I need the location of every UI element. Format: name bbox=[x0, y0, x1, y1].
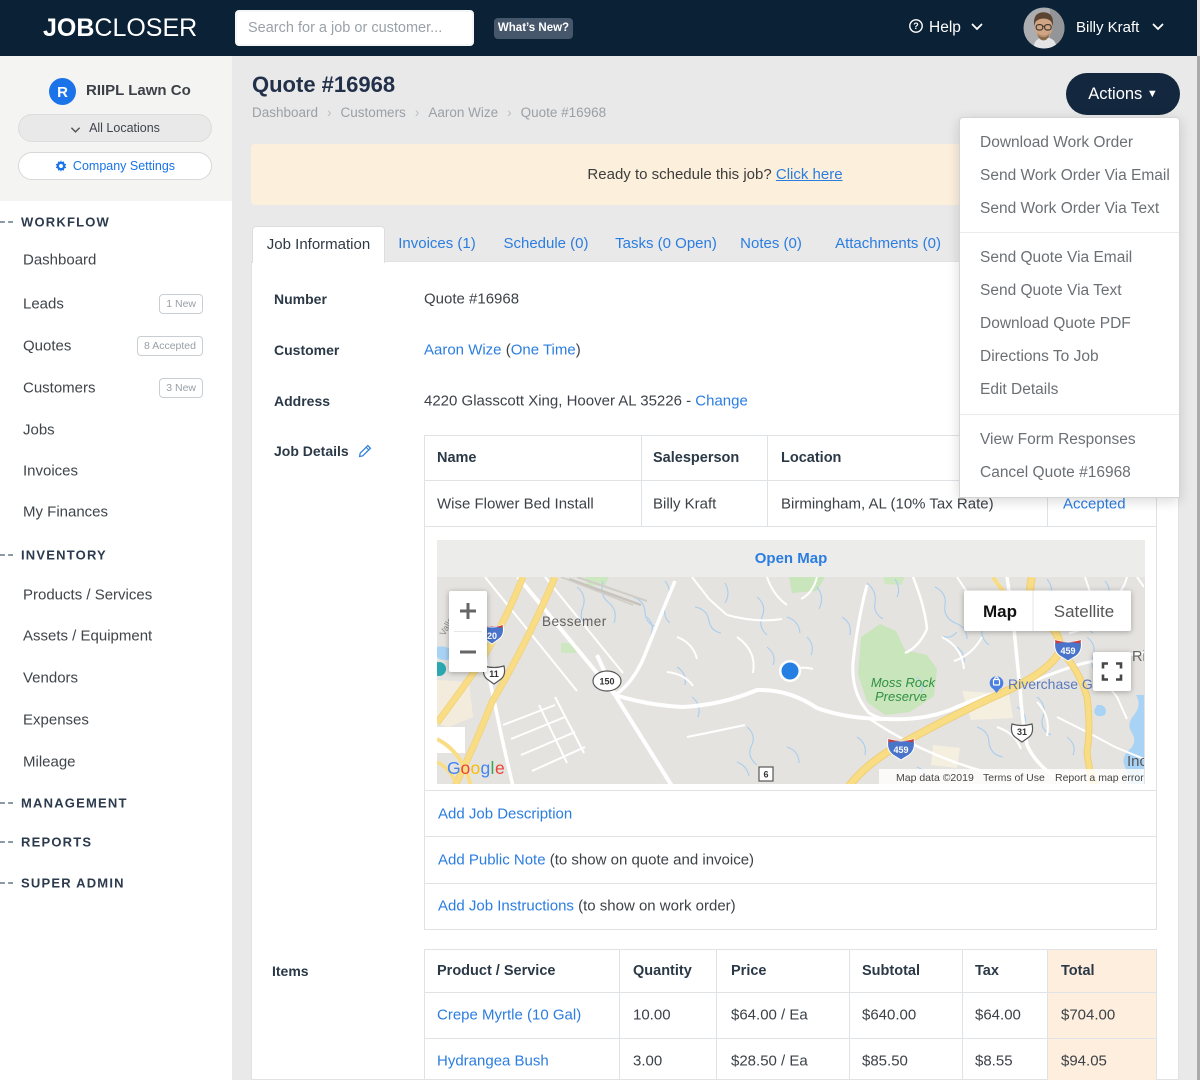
svg-text:Report a map error: Report a map error bbox=[1055, 772, 1144, 784]
svg-text:Map: Map bbox=[983, 602, 1017, 621]
svg-text:11: 11 bbox=[489, 669, 499, 679]
svg-text:e: e bbox=[495, 758, 505, 778]
svg-text:Ric: Ric bbox=[1132, 649, 1144, 665]
svg-text:459: 459 bbox=[1060, 646, 1075, 656]
svg-text:20: 20 bbox=[487, 631, 497, 641]
svg-text:459: 459 bbox=[893, 745, 908, 755]
svg-text:l: l bbox=[491, 758, 495, 778]
svg-text:Bessemer: Bessemer bbox=[542, 614, 607, 629]
svg-text:Riverchase Gal: Riverchase Gal bbox=[1008, 676, 1104, 692]
svg-text:Moss Rock: Moss Rock bbox=[871, 675, 937, 690]
svg-text:G: G bbox=[447, 758, 461, 778]
svg-text:6: 6 bbox=[763, 770, 768, 780]
svg-text:Satellite: Satellite bbox=[1054, 602, 1114, 621]
svg-text:g: g bbox=[481, 758, 491, 778]
svg-text:o: o bbox=[471, 758, 481, 778]
svg-text:Inc: Inc bbox=[1127, 753, 1144, 770]
svg-text:Terms of Use: Terms of Use bbox=[983, 772, 1045, 784]
svg-text:31: 31 bbox=[1017, 727, 1027, 737]
svg-text:o: o bbox=[461, 758, 471, 778]
svg-text:150: 150 bbox=[599, 677, 614, 687]
svg-text:Preserve: Preserve bbox=[875, 689, 927, 704]
svg-text:R: R bbox=[57, 84, 68, 101]
svg-text:Map data ©2019: Map data ©2019 bbox=[896, 772, 974, 784]
svg-text:?: ? bbox=[913, 21, 919, 31]
